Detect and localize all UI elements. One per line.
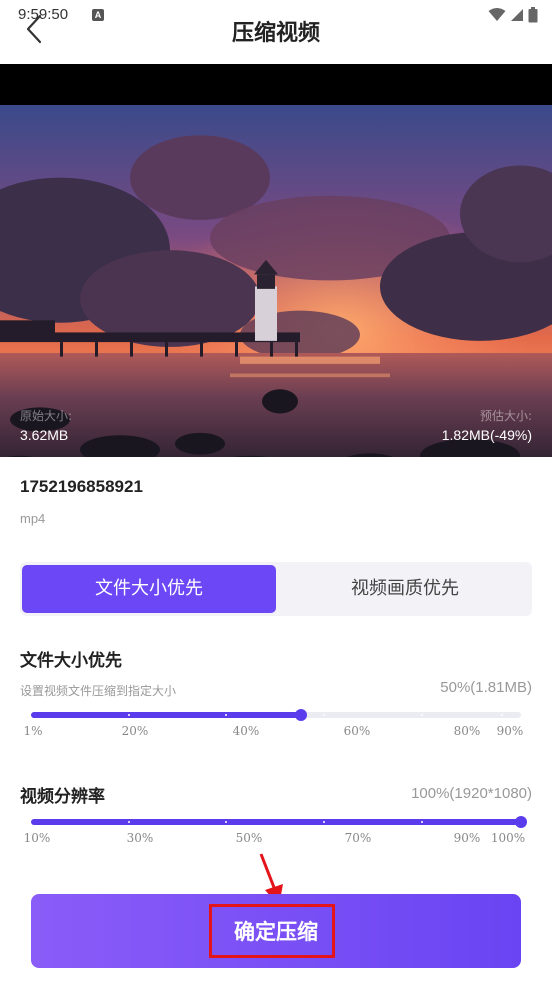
- size-tick-label: 90%: [496, 724, 524, 738]
- slider-step-dot: [225, 821, 227, 823]
- slider-step-dot: [323, 821, 325, 823]
- resolution-slider[interactable]: [31, 816, 527, 828]
- slider-step-dot: [323, 714, 325, 716]
- resolution-tick-label: 30%: [126, 831, 154, 845]
- size-tick-label: 1%: [23, 724, 43, 738]
- size-section-title: 文件大小优先: [20, 651, 122, 671]
- size-section-description: 设置视频文件压缩到指定大小: [20, 684, 177, 698]
- resolution-tick-label: 10%: [23, 831, 51, 845]
- slider-step-dot: [128, 821, 130, 823]
- file-format: mp4: [20, 511, 46, 526]
- size-tick-label: 80%: [453, 724, 481, 738]
- estimated-size-label: 预估大小:: [479, 409, 532, 423]
- resolution-tick-label: 90%: [453, 831, 481, 845]
- slider-step-dot: [225, 714, 227, 716]
- size-tick-label: 60%: [343, 724, 371, 738]
- slider-step-dot: [421, 714, 423, 716]
- estimated-size-value: 1.82MB(-49%): [441, 427, 532, 443]
- file-size-slider[interactable]: [31, 709, 521, 721]
- original-size-label: 原始大小:: [20, 409, 73, 423]
- resolution-slider-thumb[interactable]: [515, 816, 527, 828]
- resolution-tick-label: 50%: [235, 831, 263, 845]
- compression-mode-tabs: 文件大小优先 视频画质优先: [20, 562, 532, 616]
- page-title: 压缩视频: [231, 21, 320, 46]
- size-tick-label: 20%: [121, 724, 149, 738]
- slider-step-dot: [501, 714, 503, 716]
- file-size-slider-thumb[interactable]: [295, 709, 307, 721]
- file-name: 1752196858921: [20, 477, 143, 496]
- resolution-slider-fill: [31, 819, 521, 825]
- resolution-section-title: 视频分辨率: [20, 787, 105, 807]
- original-size-value: 3.62MB: [20, 427, 69, 443]
- annotation-highlight-box: [209, 904, 335, 958]
- video-preview[interactable]: 原始大小: 3.62MB 预估大小: 1.82MB(-49%): [0, 64, 552, 457]
- slider-step-dot: [128, 714, 130, 716]
- nav-bar: 压缩视频: [0, 0, 552, 64]
- slider-step-dot: [421, 821, 423, 823]
- resolution-section-value: 100%(1920*1080): [411, 785, 532, 802]
- tab-video-quality-priority[interactable]: 视频画质优先: [278, 565, 532, 613]
- video-thumbnail: [0, 105, 552, 457]
- size-section-value: 50%(1.81MB): [440, 679, 532, 696]
- tab-file-size-priority[interactable]: 文件大小优先: [22, 565, 276, 613]
- size-tick-label: 40%: [232, 724, 260, 738]
- resolution-tick-label: 70%: [344, 831, 372, 845]
- file-size-slider-fill: [31, 712, 301, 718]
- resolution-tick-label: 100%: [490, 831, 526, 845]
